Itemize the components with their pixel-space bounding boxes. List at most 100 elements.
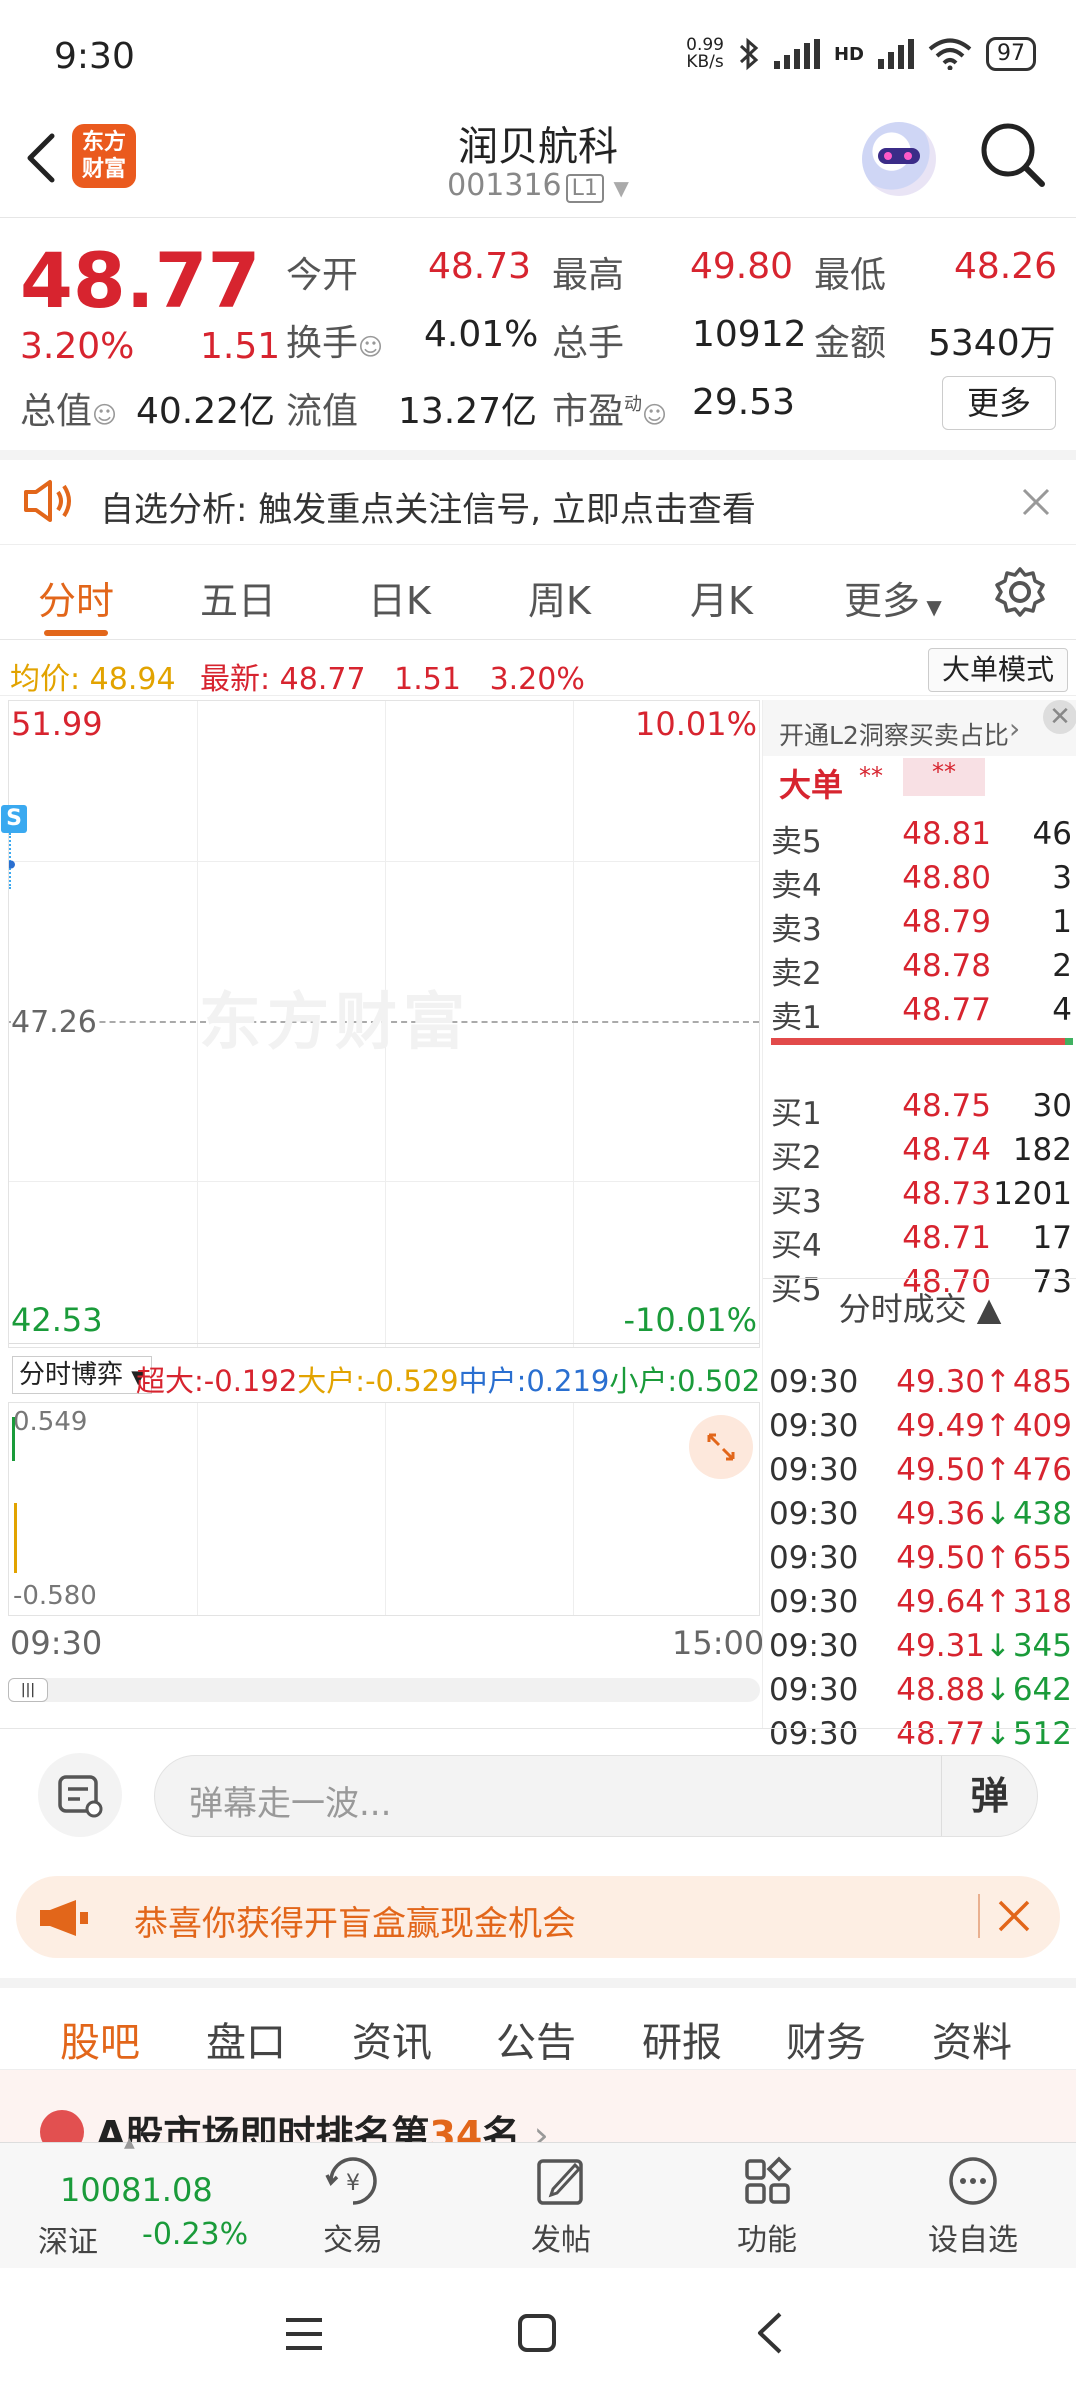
- flow-large: 大户:-0.529: [297, 1364, 459, 1398]
- trade-direction: ↑: [985, 1540, 1011, 1576]
- level-label: 卖3: [771, 912, 822, 948]
- tab-profile[interactable]: 资料: [932, 2010, 1012, 2068]
- danmu-input[interactable]: 弹幕走一波... 弹: [154, 1755, 1038, 1837]
- time-scrollbar[interactable]: |||: [8, 1678, 760, 1702]
- info-icon[interactable]: ☺: [358, 333, 383, 361]
- hd-label: HD: [833, 43, 864, 65]
- trade-volume: 345: [1012, 1628, 1072, 1664]
- scroll-handle[interactable]: |||: [8, 1678, 48, 1702]
- ask-row[interactable]: 卖4 48.80 3: [771, 860, 1072, 904]
- tab-daily-k[interactable]: 日K: [368, 570, 431, 625]
- danmu-settings-icon[interactable]: [38, 1753, 122, 1837]
- robot-avatar-icon[interactable]: [862, 122, 936, 196]
- quote-panel: 48.77 3.20% 1.51 今开 48.73 最高 49.80 最低 48…: [0, 218, 1076, 448]
- tab-intraday[interactable]: 分时: [38, 570, 114, 636]
- expand-icon[interactable]: [689, 1415, 753, 1479]
- ask-row[interactable]: 卖2 48.78 2: [771, 948, 1072, 992]
- home-icon[interactable]: [516, 2312, 558, 2354]
- danmu-toggle-button[interactable]: 弹: [941, 1756, 1037, 1836]
- back-nav-icon[interactable]: [752, 2310, 786, 2356]
- status-icons: 0.99 KB/s HD 97: [686, 36, 1036, 72]
- more-button[interactable]: 更多: [942, 376, 1056, 430]
- notice-bar[interactable]: 自选分析: 触发重点关注信号, 立即点击查看: [0, 450, 1076, 545]
- bid-ask-ratio-bar: [771, 1038, 1073, 1045]
- tab-pankou[interactable]: 盘口: [206, 2010, 286, 2068]
- big-order-masked-1: **: [859, 762, 883, 790]
- functions-button[interactable]: 功能: [692, 2153, 842, 2259]
- level-label: 买2: [771, 1140, 822, 1176]
- info-icon[interactable]: ☺: [92, 401, 117, 429]
- tab-guba[interactable]: 股吧: [60, 2010, 140, 2081]
- amount-value: 5340万: [928, 323, 1056, 364]
- post-button[interactable]: 发帖: [486, 2153, 636, 2259]
- caret-down-icon: ▼: [920, 595, 942, 619]
- ask-price: 48.77: [902, 992, 991, 1028]
- ask-volume: 2: [1052, 948, 1072, 984]
- trade-direction: ↑: [985, 1408, 1011, 1444]
- bid-price: 48.73: [902, 1176, 991, 1212]
- trade-price: 49.64↑: [896, 1584, 1011, 1620]
- change-percent: 3.20%: [20, 326, 135, 367]
- tab-monthly-k[interactable]: 月K: [690, 570, 753, 625]
- ask-row[interactable]: 卖3 48.79 1: [771, 904, 1072, 948]
- tab-finance[interactable]: 财务: [786, 2010, 866, 2068]
- trade-price: 49.50↑: [896, 1452, 1011, 1488]
- promo-banner[interactable]: 恭喜你获得开盲盒赢现金机会: [16, 1876, 1060, 1958]
- trade-row: 09:30 49.49↑ 409: [769, 1408, 1072, 1452]
- x-end-label: 15:00: [672, 1624, 765, 1662]
- rank-text: A股市场即时排名第34名 ›: [96, 2113, 549, 2146]
- bid-row[interactable]: 买1 48.75 30: [771, 1088, 1072, 1132]
- tab-weekly-k[interactable]: 周K: [528, 570, 591, 625]
- menu-icon[interactable]: [282, 2314, 326, 2354]
- low-value: 48.26: [954, 246, 1058, 287]
- bid-row[interactable]: 买2 48.74 182: [771, 1132, 1072, 1176]
- info-icon[interactable]: ☺: [642, 401, 667, 429]
- search-icon[interactable]: [978, 120, 1048, 190]
- game-selector[interactable]: 分时博弈 ▼: [12, 1356, 153, 1394]
- intraday-chart[interactable]: 东方财富 51.99 47.26 42.53 10.01% -10.01% S: [1, 700, 760, 1348]
- l2-banner[interactable]: 开通L2洞察买卖占比 › ✕: [763, 700, 1076, 756]
- status-bar: 9:30 0.99 KB/s HD 97: [0, 0, 1076, 100]
- grid-icon: [745, 2156, 792, 2204]
- turnover-value: 4.01%: [424, 314, 539, 355]
- stock-code: 001316: [447, 168, 562, 203]
- tab-research[interactable]: 研报: [642, 2010, 722, 2068]
- rank-icon: [40, 2110, 84, 2146]
- add-watchlist-button[interactable]: 设自选: [898, 2153, 1048, 2259]
- big-order-mode-button[interactable]: 大单模式: [928, 648, 1068, 692]
- flow-bar: [12, 1417, 15, 1461]
- trade-price: 49.36↓: [896, 1496, 1011, 1532]
- volume-label: 总手: [552, 323, 625, 364]
- speaker-icon: [24, 480, 71, 522]
- index-value[interactable]: 10081.08: [60, 2171, 213, 2209]
- open-value: 48.73: [428, 246, 532, 287]
- bid-row[interactable]: 买4 48.71 17: [771, 1220, 1072, 1264]
- tab-news[interactable]: 资讯: [352, 2010, 432, 2068]
- info-tabs: 股吧 盘口 资讯 公告 研报 财务 资料: [0, 1978, 1076, 2081]
- rank-banner[interactable]: A股市场即时排名第34名 ›: [0, 2070, 1076, 2146]
- tab-more[interactable]: 更多 ▼: [844, 570, 942, 625]
- ask-row[interactable]: 卖5 48.81 46: [771, 816, 1072, 860]
- tab-announcements[interactable]: 公告: [496, 2010, 576, 2068]
- ask-row[interactable]: 卖1 48.77 4: [771, 992, 1072, 1036]
- trade-direction: ↓: [985, 1496, 1011, 1532]
- trade-volume: 476: [1012, 1452, 1072, 1488]
- gear-icon[interactable]: [994, 566, 1046, 618]
- trades-title[interactable]: 分时成交 ▲: [763, 1284, 1076, 1330]
- bluetooth-icon: [739, 37, 759, 71]
- trade-button[interactable]: ¥ 交易: [278, 2153, 428, 2259]
- level-label: 卖2: [771, 956, 822, 992]
- close-icon[interactable]: [996, 1898, 1032, 1934]
- trade-volume: 409: [1012, 1408, 1072, 1444]
- notice-text: 自选分析: 触发重点关注信号, 立即点击查看: [100, 490, 756, 530]
- bid-row[interactable]: 买3 48.73 1201: [771, 1176, 1072, 1220]
- trade-row: 09:30 49.50↑ 655: [769, 1540, 1072, 1584]
- bid-volume: 182: [1012, 1132, 1072, 1168]
- capital-flow-chart[interactable]: 0.549 -0.580: [8, 1402, 760, 1616]
- index-change: -0.23%: [142, 2217, 249, 2252]
- danmu-bar: 弹幕走一波... 弹: [0, 1728, 1076, 1868]
- close-icon[interactable]: [1020, 486, 1052, 518]
- tab-five-day[interactable]: 五日: [200, 570, 276, 625]
- close-icon[interactable]: ✕: [1043, 700, 1076, 734]
- chevron-down-icon: ▼: [613, 176, 629, 200]
